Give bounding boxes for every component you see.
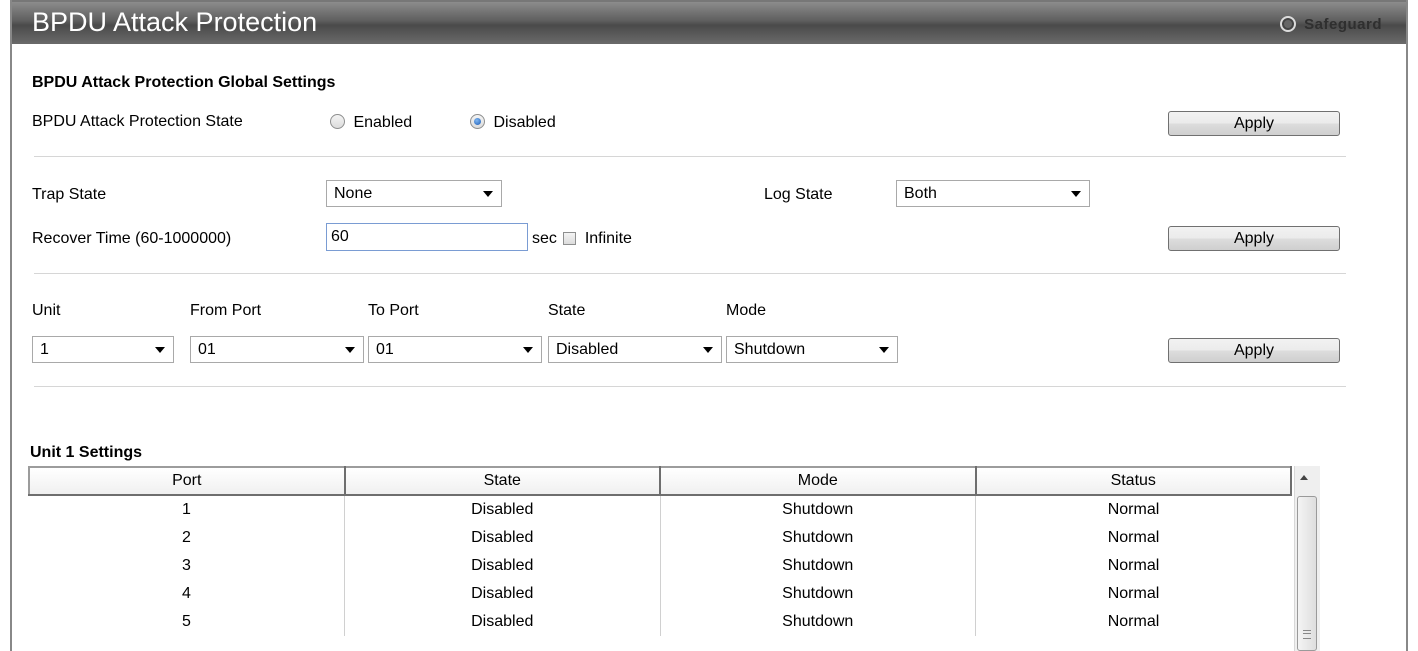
scrollbar-thumb[interactable] bbox=[1297, 496, 1317, 651]
status-cell: Normal bbox=[1107, 501, 1160, 518]
safeguard-indicator[interactable]: Safeguard bbox=[1280, 12, 1382, 36]
column-header-status: Status bbox=[974, 466, 1292, 496]
mode-cell: Shutdown bbox=[660, 495, 976, 524]
global-settings-title: BPDU Attack Protection Global Settings bbox=[32, 74, 336, 91]
trap-state-select[interactable]: None bbox=[326, 180, 502, 207]
status-cell: Normal bbox=[1107, 613, 1160, 630]
page-title: BPDU Attack Protection bbox=[32, 7, 318, 37]
bpdu-attack-protection-panel: BPDU Attack Protection Safeguard BPDU At… bbox=[10, 0, 1408, 651]
global-apply-button[interactable]: Apply bbox=[1168, 111, 1340, 136]
mode-cell: Shutdown bbox=[660, 552, 976, 580]
divider bbox=[34, 156, 1346, 157]
grip-icon bbox=[1303, 630, 1311, 639]
state-cell: Disabled bbox=[344, 608, 661, 636]
chevron-down-icon bbox=[345, 347, 355, 353]
infinite-label: Infinite bbox=[584, 230, 632, 247]
port-apply-button[interactable]: Apply bbox=[1168, 338, 1340, 363]
status-cell: Normal bbox=[1107, 585, 1160, 602]
infinite-group: sec Infinite bbox=[532, 230, 632, 248]
trap-state-value: None bbox=[334, 185, 373, 202]
safeguard-icon bbox=[1280, 16, 1297, 32]
disabled-radio[interactable] bbox=[470, 114, 485, 129]
enabled-radio-label: Enabled bbox=[353, 114, 413, 131]
unit-label: Unit bbox=[32, 302, 61, 319]
chevron-down-icon bbox=[483, 191, 493, 197]
chevron-down-icon bbox=[703, 347, 713, 353]
unit-settings-table-container: Port State Mode Status 1 Disabled Shutdo… bbox=[28, 466, 1292, 636]
state-cell: Disabled bbox=[344, 552, 661, 580]
table-header-row: Port State Mode Status bbox=[28, 466, 1292, 496]
infinite-checkbox[interactable] bbox=[563, 232, 577, 245]
unit-value: 1 bbox=[40, 341, 49, 358]
enabled-radio[interactable] bbox=[330, 114, 345, 129]
enabled-radio-group[interactable]: Enabled bbox=[330, 114, 412, 132]
title-bar: BPDU Attack Protection Safeguard bbox=[12, 0, 1406, 44]
state-cell: Disabled bbox=[344, 524, 661, 552]
column-header-port: Port bbox=[28, 466, 346, 496]
from-port-label: From Port bbox=[190, 302, 262, 319]
port-cell: 5 bbox=[29, 608, 345, 636]
to-port-label: To Port bbox=[368, 302, 419, 319]
to-port-value: 01 bbox=[376, 341, 394, 358]
mode-cell: Shutdown bbox=[660, 608, 976, 636]
table-row: 5 Disabled Shutdown Normal bbox=[29, 608, 1291, 636]
recover-time-label: Recover Time (60-1000000) bbox=[32, 230, 232, 247]
port-cell: 3 bbox=[29, 552, 345, 580]
table-row: 1 Disabled Shutdown Normal bbox=[29, 495, 1291, 524]
column-header-mode: Mode bbox=[659, 466, 977, 496]
column-header-state: State bbox=[343, 466, 661, 496]
port-cell: 4 bbox=[29, 580, 345, 608]
table-row: 3 Disabled Shutdown Normal bbox=[29, 552, 1291, 580]
divider bbox=[34, 386, 1346, 387]
status-cell: Normal bbox=[1107, 529, 1160, 546]
mode-select[interactable]: Shutdown bbox=[726, 336, 898, 363]
state-value: Disabled bbox=[556, 341, 619, 358]
mode-label: Mode bbox=[726, 302, 767, 319]
table-row: 4 Disabled Shutdown Normal bbox=[29, 580, 1291, 608]
unit-settings-title: Unit 1 Settings bbox=[30, 444, 143, 461]
mode-cell: Shutdown bbox=[660, 580, 976, 608]
status-cell: Normal bbox=[1107, 557, 1160, 574]
port-cell: 1 bbox=[29, 495, 345, 524]
chevron-down-icon bbox=[1071, 191, 1081, 197]
trap-state-label: Trap State bbox=[32, 186, 107, 203]
table-row: 2 Disabled Shutdown Normal bbox=[29, 524, 1291, 552]
recover-time-input[interactable]: 60 bbox=[326, 223, 528, 251]
disabled-radio-label: Disabled bbox=[493, 114, 556, 131]
state-cell: Disabled bbox=[344, 495, 661, 524]
chevron-down-icon bbox=[155, 347, 165, 353]
mode-value: Shutdown bbox=[734, 341, 806, 358]
table-scrollbar[interactable] bbox=[1294, 466, 1320, 651]
unit-settings-table: Port State Mode Status 1 Disabled Shutdo… bbox=[28, 466, 1292, 636]
chevron-down-icon bbox=[879, 347, 889, 353]
mode-cell: Shutdown bbox=[660, 524, 976, 552]
port-cell: 2 bbox=[29, 524, 345, 552]
state-select[interactable]: Disabled bbox=[548, 336, 722, 363]
log-state-label: Log State bbox=[764, 186, 833, 203]
disabled-radio-group[interactable]: Disabled bbox=[470, 114, 556, 132]
divider bbox=[34, 273, 1346, 274]
sec-label: sec bbox=[532, 230, 557, 247]
safeguard-label: Safeguard bbox=[1304, 15, 1382, 33]
chevron-down-icon bbox=[523, 347, 533, 353]
log-state-select[interactable]: Both bbox=[896, 180, 1090, 207]
bpdu-state-label: BPDU Attack Protection State bbox=[32, 113, 243, 130]
to-port-select[interactable]: 01 bbox=[368, 336, 542, 363]
scroll-up-arrow-icon[interactable] bbox=[1300, 475, 1308, 480]
state-label: State bbox=[548, 302, 586, 319]
from-port-value: 01 bbox=[198, 341, 216, 358]
log-state-value: Both bbox=[904, 185, 937, 202]
from-port-select[interactable]: 01 bbox=[190, 336, 364, 363]
trap-apply-button[interactable]: Apply bbox=[1168, 226, 1340, 251]
unit-select[interactable]: 1 bbox=[32, 336, 174, 363]
state-cell: Disabled bbox=[344, 580, 661, 608]
